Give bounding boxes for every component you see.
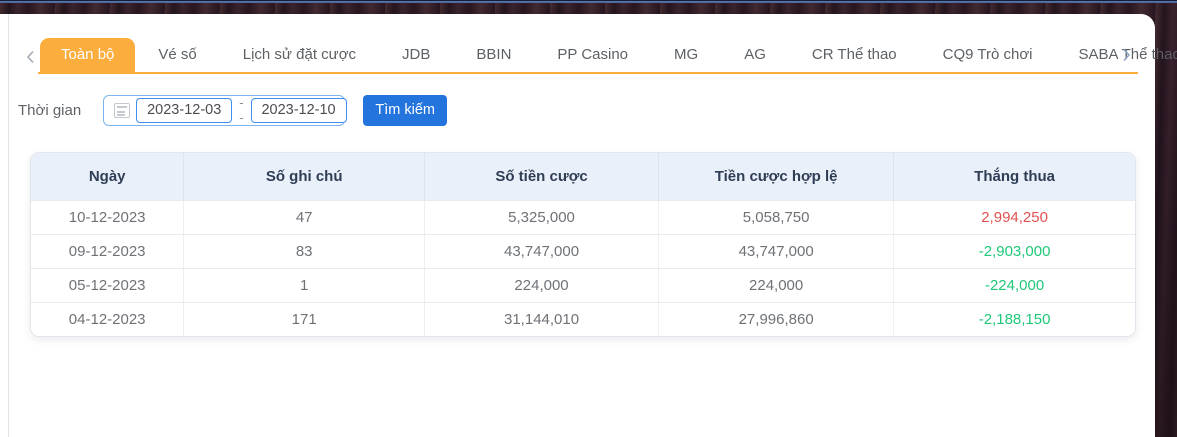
tab-pp-casino[interactable]: PP Casino: [534, 38, 651, 72]
cell-notes: 171: [183, 303, 424, 336]
tab-cr-thể-thao[interactable]: CR Thể thao: [789, 38, 920, 72]
table-body: 10-12-2023475,325,0005,058,7502,994,2500…: [31, 200, 1135, 336]
table-row: 05-12-20231224,000224,000-224,000: [31, 268, 1135, 302]
time-filter-label: Thời gian: [18, 102, 81, 119]
cell-notes: 1: [183, 269, 424, 302]
date-range-separator: --: [239, 95, 243, 125]
tab-bbin[interactable]: BBIN: [453, 38, 534, 72]
column-header: Ngày: [31, 153, 183, 200]
date-range-picker[interactable]: --: [103, 95, 345, 126]
cell-date: 10-12-2023: [31, 201, 183, 234]
calendar-icon: [114, 103, 130, 118]
date-to-input[interactable]: [251, 98, 347, 123]
chevron-right-icon: [1122, 48, 1131, 62]
tabs-scroll-right-button[interactable]: [1118, 38, 1134, 72]
date-from-input[interactable]: [136, 98, 232, 123]
cell-bet: 43,747,000: [424, 235, 658, 268]
provider-tab-bar: Toàn bộVé sốLịch sử đặt cượcJDBBBINPP Ca…: [0, 38, 1155, 74]
cell-bet: 5,325,000: [424, 201, 658, 234]
cell-date: 09-12-2023: [31, 235, 183, 268]
column-header: Số tiền cược: [424, 153, 658, 200]
tab-mg[interactable]: MG: [651, 38, 721, 72]
cell-valid: 27,996,860: [658, 303, 893, 336]
tab-saba-thể-thao[interactable]: SABA Thể thao: [1056, 38, 1177, 72]
search-button[interactable]: Tìm kiếm: [363, 95, 447, 126]
content-panel: Toàn bộVé sốLịch sử đặt cượcJDBBBINPP Ca…: [0, 14, 1155, 437]
cell-win-loss: -2,188,150: [893, 303, 1135, 336]
chevron-left-icon: [26, 50, 35, 64]
top-accent-bar: [0, 0, 1177, 3]
tab-lịch-sử-đặt-cược[interactable]: Lịch sử đặt cược: [220, 38, 379, 72]
cell-notes: 83: [183, 235, 424, 268]
cell-date: 05-12-2023: [31, 269, 183, 302]
cell-bet: 224,000: [424, 269, 658, 302]
tab-toàn-bộ[interactable]: Toàn bộ: [40, 38, 135, 72]
cell-notes: 47: [183, 201, 424, 234]
table-row: 09-12-20238343,747,00043,747,000-2,903,0…: [31, 234, 1135, 268]
tabs-scroll-left-button[interactable]: [22, 40, 38, 74]
table-row: 04-12-202317131,144,01027,996,860-2,188,…: [31, 302, 1135, 336]
tab-list: Toàn bộVé sốLịch sử đặt cượcJDBBBINPP Ca…: [38, 38, 1138, 74]
cell-valid: 5,058,750: [658, 201, 893, 234]
tab-vé-số[interactable]: Vé số: [135, 38, 219, 72]
column-header: Tiền cược hợp lệ: [658, 153, 893, 200]
tab-ag[interactable]: AG: [721, 38, 789, 72]
cell-valid: 43,747,000: [658, 235, 893, 268]
column-header: Số ghi chú: [183, 153, 424, 200]
bet-history-table: NgàySố ghi chúSố tiền cượcTiền cược hợp …: [30, 152, 1136, 337]
panel-left-divider: [8, 14, 9, 437]
column-header: Thắng thua: [893, 153, 1135, 200]
table-row: 10-12-2023475,325,0005,058,7502,994,250: [31, 200, 1135, 234]
table-header-row: NgàySố ghi chúSố tiền cượcTiền cược hợp …: [31, 153, 1135, 200]
cell-bet: 31,144,010: [424, 303, 658, 336]
cell-date: 04-12-2023: [31, 303, 183, 336]
cell-win-loss: 2,994,250: [893, 201, 1135, 234]
tab-jdb[interactable]: JDB: [379, 38, 453, 72]
tab-cq9-trò-chơi[interactable]: CQ9 Trò chơi: [920, 38, 1056, 72]
cell-win-loss: -2,903,000: [893, 235, 1135, 268]
cell-valid: 224,000: [658, 269, 893, 302]
date-filter-row: Thời gian -- Tìm kiếm: [0, 94, 1155, 126]
cell-win-loss: -224,000: [893, 269, 1135, 302]
